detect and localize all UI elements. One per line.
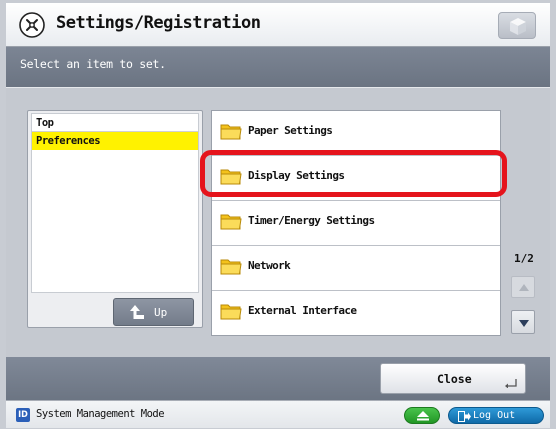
list-item-label: Timer/Energy Settings <box>248 214 375 227</box>
cube-button[interactable] <box>498 12 536 39</box>
up-button[interactable]: Up <box>113 298 194 326</box>
close-button-label: Close <box>437 372 472 386</box>
list-item-external-interface[interactable]: External Interface <box>212 291 500 336</box>
eject-icon <box>417 411 429 421</box>
status-bar: ID System Management Mode Log Out <box>6 400 550 428</box>
settings-list: Paper Settings Display Settings Timer/En… <box>211 110 501 336</box>
main-panel: Top Preferences Up Paper Settings Displa… <box>6 87 550 357</box>
cube-icon <box>510 18 526 35</box>
logout-button[interactable]: Log Out <box>448 407 544 424</box>
return-corner-icon <box>505 379 517 388</box>
scroll-up-button[interactable] <box>511 276 535 298</box>
screen: Settings/Registration Select an item to … <box>0 0 556 429</box>
down-triangle-icon <box>519 320 529 327</box>
highlight-box <box>200 150 507 197</box>
folder-icon <box>220 214 242 230</box>
settings-registration-icon <box>19 12 45 38</box>
id-icon: ID <box>16 408 30 422</box>
folder-icon <box>220 259 242 275</box>
up-button-label: Up <box>154 306 168 319</box>
folder-icon <box>220 304 242 320</box>
tree-list: Top Preferences <box>31 113 199 293</box>
tree-panel: Top Preferences Up <box>27 110 203 328</box>
list-item-label: External Interface <box>248 304 357 317</box>
up-arrow-icon <box>130 305 144 319</box>
instruction-bar: Select an item to set. <box>6 47 550 87</box>
title-bar: Settings/Registration <box>6 3 550 47</box>
list-item-timer-energy-settings[interactable]: Timer/Energy Settings <box>212 201 500 246</box>
tree-item-top[interactable]: Top <box>32 114 198 132</box>
list-item-label: Paper Settings <box>248 124 333 137</box>
up-triangle-icon <box>519 284 529 291</box>
instruction-text: Select an item to set. <box>20 57 166 71</box>
close-button[interactable]: Close <box>380 363 526 394</box>
system-mode-text: System Management Mode <box>36 408 165 420</box>
eject-button[interactable] <box>404 407 440 424</box>
list-item-network[interactable]: Network <box>212 246 500 291</box>
tree-item-preferences[interactable]: Preferences <box>32 132 198 150</box>
logout-icon <box>458 411 471 422</box>
list-item-label: Network <box>248 259 291 272</box>
folder-icon <box>220 124 242 140</box>
scroll-down-button[interactable] <box>511 310 535 334</box>
logout-label: Log Out <box>473 410 516 421</box>
page-title: Settings/Registration <box>56 13 261 33</box>
bottom-bar: Close <box>6 357 550 400</box>
page-indicator: 1/2 <box>514 252 534 265</box>
